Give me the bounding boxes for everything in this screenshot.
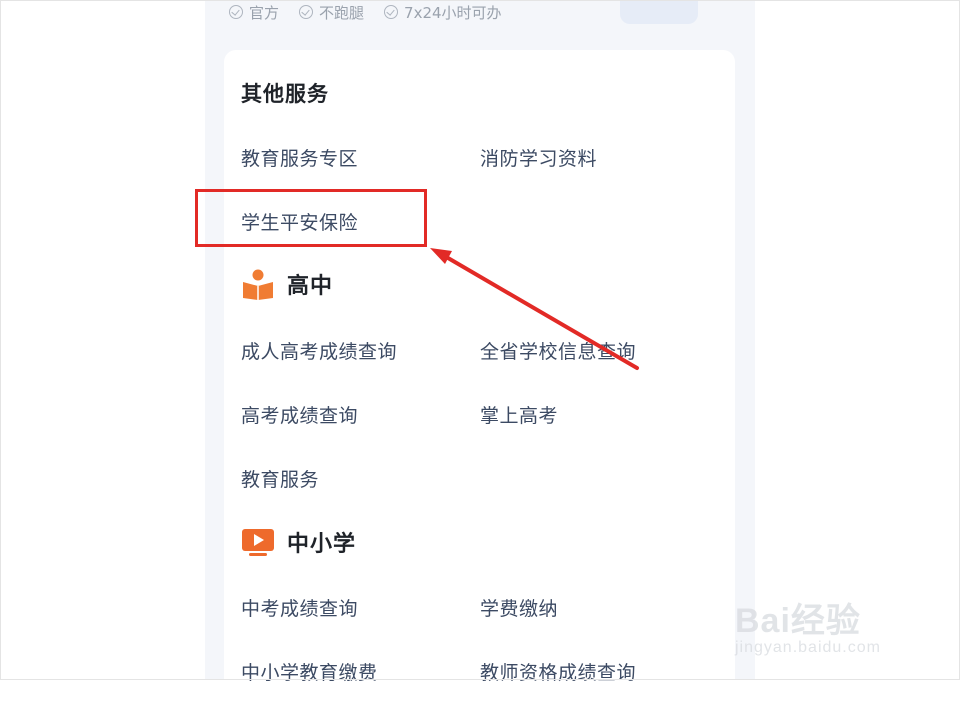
other-services-title: 其他服务	[241, 82, 329, 106]
badge-24-7: 7x24小时可办	[384, 2, 502, 23]
link-school-info-query[interactable]: 全省学校信息查询	[480, 337, 636, 364]
link-education-service[interactable]: 教育服务	[241, 465, 319, 492]
link-zhongkao-scores[interactable]: 中考成绩查询	[241, 594, 358, 621]
badge-label: 7x24小时可办	[404, 3, 502, 22]
watermark-url: jingyan.baidu.com	[735, 639, 881, 656]
link-mobile-gaokao[interactable]: 掌上高考	[480, 401, 558, 428]
section-primary-middle: 中小学	[241, 526, 356, 558]
link-student-insurance[interactable]: 学生平安保险	[241, 208, 358, 235]
section-title: 中小学	[287, 532, 357, 557]
check-circle-icon	[299, 5, 314, 19]
check-circle-icon	[229, 5, 243, 19]
link-tuition-payment[interactable]: 学费缴纳	[480, 594, 558, 621]
badge-label: 官方	[249, 3, 280, 22]
section-high-school: 高中	[241, 268, 333, 300]
link-education-service-zone[interactable]: 教育服务专区	[241, 144, 358, 171]
badge-label: 不跑腿	[319, 3, 365, 22]
watermark: Bai经验 jingyan.baidu.com	[735, 575, 935, 665]
section-title: 高中	[287, 274, 334, 299]
link-teacher-cert-scores[interactable]: 教师资格成绩查询	[480, 658, 636, 685]
link-k12-fee-payment[interactable]: 中小学教育缴费	[241, 658, 378, 685]
check-circle-icon	[384, 5, 399, 19]
badge-official: 官方	[229, 2, 279, 23]
video-play-icon	[242, 529, 274, 556]
header-graphic	[620, 0, 698, 24]
book-reader-icon	[243, 269, 273, 300]
link-gaokao-scores[interactable]: 高考成绩查询	[241, 401, 358, 428]
badge-no-errand: 不跑腿	[299, 2, 364, 23]
link-fire-safety-materials[interactable]: 消防学习资料	[480, 144, 597, 171]
link-adult-exam-scores[interactable]: 成人高考成绩查询	[241, 337, 397, 364]
service-badges: 官方 不跑腿 7x24小时可办	[229, 0, 502, 24]
